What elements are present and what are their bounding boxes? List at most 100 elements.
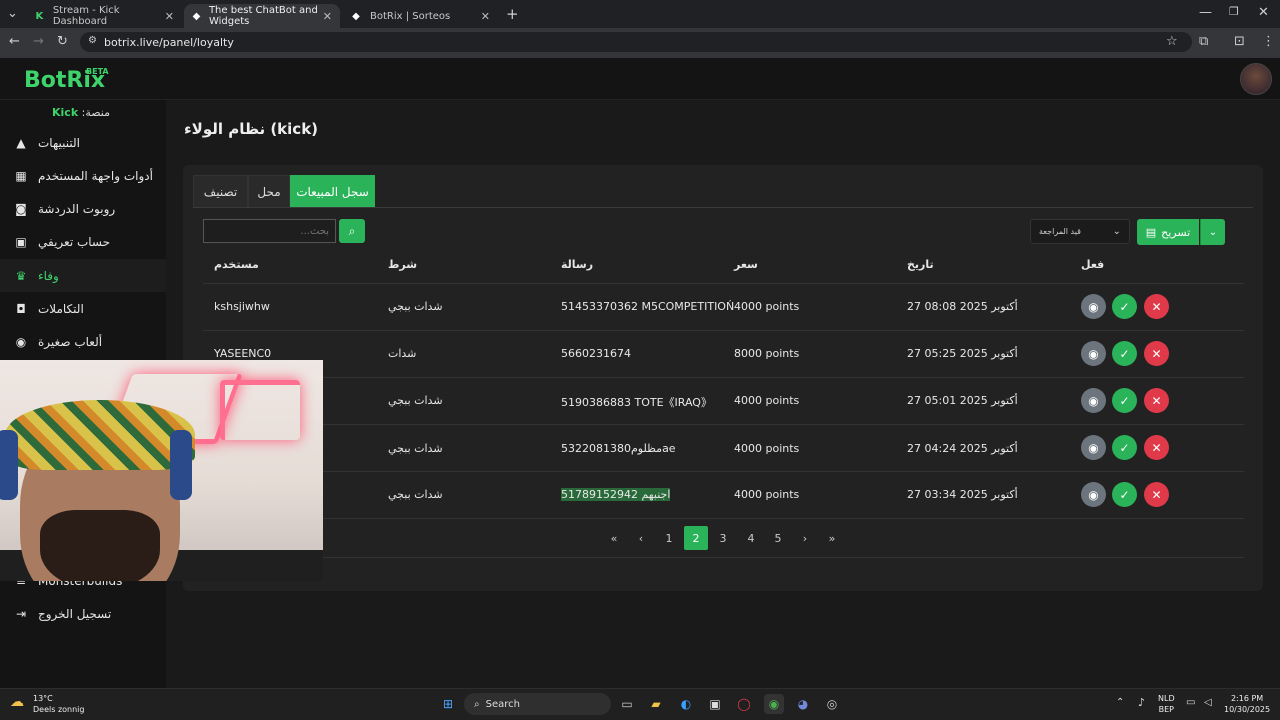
column-header-date[interactable]: تاريخ: [907, 258, 934, 271]
prev-page-icon[interactable]: ‹: [629, 526, 653, 550]
cell-user: YASEENC0: [214, 347, 272, 360]
chrome-icon[interactable]: ◉: [764, 694, 784, 714]
search-button[interactable]: ⌕: [339, 219, 365, 243]
view-button[interactable]: ◉: [1081, 388, 1106, 413]
menu-icon[interactable]: ⋮: [1262, 34, 1275, 49]
site-info-icon[interactable]: ⚙: [88, 35, 97, 46]
bookmark-star-icon[interactable]: ☆: [1166, 34, 1178, 49]
pager-divider: [203, 557, 1244, 558]
reject-button[interactable]: ✕: [1144, 435, 1169, 460]
export-button[interactable]: ▤ تسريح: [1137, 219, 1199, 245]
cell-user: kshsjiwhw: [214, 300, 270, 313]
approve-button[interactable]: ✓: [1112, 294, 1137, 319]
sidebar-item-label: تسجيل الخروج: [38, 606, 112, 621]
minimize-icon[interactable]: —: [1199, 5, 1212, 20]
tab-search-icon[interactable]: ⌄: [7, 6, 18, 21]
language-indicator[interactable]: NLD BEP: [1158, 693, 1175, 715]
view-button[interactable]: ◉: [1081, 482, 1106, 507]
file-explorer-icon[interactable]: ▰: [646, 694, 666, 714]
weather-icon[interactable]: ☁: [10, 694, 24, 710]
column-header-action[interactable]: فعل: [1081, 258, 1104, 271]
close-icon[interactable]: ✕: [165, 10, 174, 23]
store-icon[interactable]: ▣: [705, 694, 725, 714]
x-icon: ✕: [1151, 440, 1162, 455]
close-icon[interactable]: ✕: [481, 10, 490, 23]
sidebar-item-chatbot[interactable]: ◙ روبوت الدردشة: [0, 192, 166, 225]
cell-price: 8000 points: [734, 347, 800, 360]
page-2[interactable]: 2: [684, 526, 708, 550]
tab-shop[interactable]: محل: [248, 175, 290, 208]
reject-button[interactable]: ✕: [1144, 482, 1169, 507]
column-header-user[interactable]: مستخدم: [214, 258, 259, 271]
edge-icon[interactable]: ◐: [676, 694, 696, 714]
start-icon[interactable]: ⊞: [438, 694, 458, 714]
reload-icon[interactable]: ↻: [57, 34, 68, 49]
search-icon: ⌕: [348, 223, 356, 238]
approve-button[interactable]: ✓: [1112, 435, 1137, 460]
cell-date: 27 أكتوبر 2025 05:01: [907, 394, 1018, 407]
approve-button[interactable]: ✓: [1112, 341, 1137, 366]
reject-button[interactable]: ✕: [1144, 341, 1169, 366]
restore-icon[interactable]: ❐: [1229, 5, 1239, 18]
microphone-icon[interactable]: ♪: [1138, 696, 1145, 709]
opera-icon[interactable]: ◯: [734, 694, 754, 714]
approve-button[interactable]: ✓: [1112, 388, 1137, 413]
sidebar-item-label: وفاء: [38, 268, 59, 283]
column-header-message[interactable]: رسالة: [561, 258, 593, 271]
approve-button[interactable]: ✓: [1112, 482, 1137, 507]
browser-tab-sorteos[interactable]: ◆ BotRix | Sorteos ✕: [342, 4, 498, 28]
task-view-icon[interactable]: ▭: [617, 694, 637, 714]
browser-tab-kick[interactable]: K Stream - Kick Dashboard ✕: [26, 4, 182, 28]
page-1[interactable]: 1: [657, 526, 681, 550]
discord-icon[interactable]: ◕: [793, 694, 813, 714]
display-icon[interactable]: ▭: [1186, 697, 1195, 708]
view-button[interactable]: ◉: [1081, 435, 1106, 460]
sidebar-item-integrations[interactable]: ◘ التكاملات: [0, 292, 166, 325]
translate-icon[interactable]: ⊡: [1234, 34, 1245, 49]
back-icon[interactable]: ←: [9, 34, 20, 49]
x-icon: ✕: [1151, 299, 1162, 314]
url-input[interactable]: botrix.live/panel/loyalty: [80, 32, 1192, 52]
last-page-icon[interactable]: »: [820, 526, 844, 550]
page-5[interactable]: 5: [766, 526, 790, 550]
window-close-icon[interactable]: ✕: [1258, 5, 1269, 20]
avatar[interactable]: [1240, 63, 1272, 95]
robot-icon: ◙: [15, 201, 27, 216]
sidebar-item-widgets[interactable]: ▦ أدوات واجهة المستخدم: [0, 159, 166, 192]
search-input[interactable]: [203, 219, 336, 243]
cell-message: 51789152942 اجنبهم: [561, 488, 671, 501]
volume-icon[interactable]: ◁: [1204, 697, 1212, 708]
new-tab-icon[interactable]: +: [506, 5, 519, 23]
clock[interactable]: 2:16 PM 10/30/2025: [1224, 693, 1270, 715]
next-page-icon[interactable]: ›: [793, 526, 817, 550]
sidebar-item-label: أدوات واجهة المستخدم: [38, 168, 153, 183]
sidebar-item-alerts[interactable]: ▲ التنبيهات: [0, 126, 166, 159]
export-dropdown-button[interactable]: ⌄: [1200, 219, 1225, 245]
logout-icon: ⇥: [15, 606, 27, 621]
view-button[interactable]: ◉: [1081, 294, 1106, 319]
forward-icon[interactable]: →: [33, 34, 44, 49]
column-header-price[interactable]: سعر: [734, 258, 758, 271]
close-icon[interactable]: ✕: [323, 10, 332, 23]
first-page-icon[interactable]: «: [602, 526, 626, 550]
eye-icon: ◉: [1088, 299, 1099, 314]
alert-icon: ▲: [16, 135, 26, 150]
tray-overflow-icon[interactable]: ⌃: [1116, 697, 1124, 708]
reject-button[interactable]: ✕: [1144, 294, 1169, 319]
sidebar-item-loyalty[interactable]: ♛ وفاء: [0, 259, 166, 292]
page-3[interactable]: 3: [711, 526, 735, 550]
sidebar-item-logout[interactable]: ⇥ تسجيل الخروج: [0, 597, 166, 630]
reject-button[interactable]: ✕: [1144, 388, 1169, 413]
page-4[interactable]: 4: [739, 526, 763, 550]
view-button[interactable]: ◉: [1081, 341, 1106, 366]
status-filter-select[interactable]: قيد المراجعة ⌄: [1030, 219, 1130, 244]
app-icon[interactable]: ◎: [822, 694, 842, 714]
taskbar-search[interactable]: ⌕ Search: [464, 693, 611, 715]
sidebar-item-minigames[interactable]: ◉ ألعاب صغيرة: [0, 325, 166, 358]
sidebar-item-profile[interactable]: ▣ حساب تعريفي: [0, 225, 166, 258]
tab-sales-log[interactable]: سجل المبيعات: [290, 175, 375, 208]
extensions-icon[interactable]: ⧉: [1199, 34, 1208, 49]
tab-ranking[interactable]: تصنيف: [193, 175, 248, 208]
column-header-condition[interactable]: شرط: [388, 258, 417, 271]
browser-tab-botrix[interactable]: ◆ The best ChatBot and Widgets ✕: [184, 4, 340, 28]
